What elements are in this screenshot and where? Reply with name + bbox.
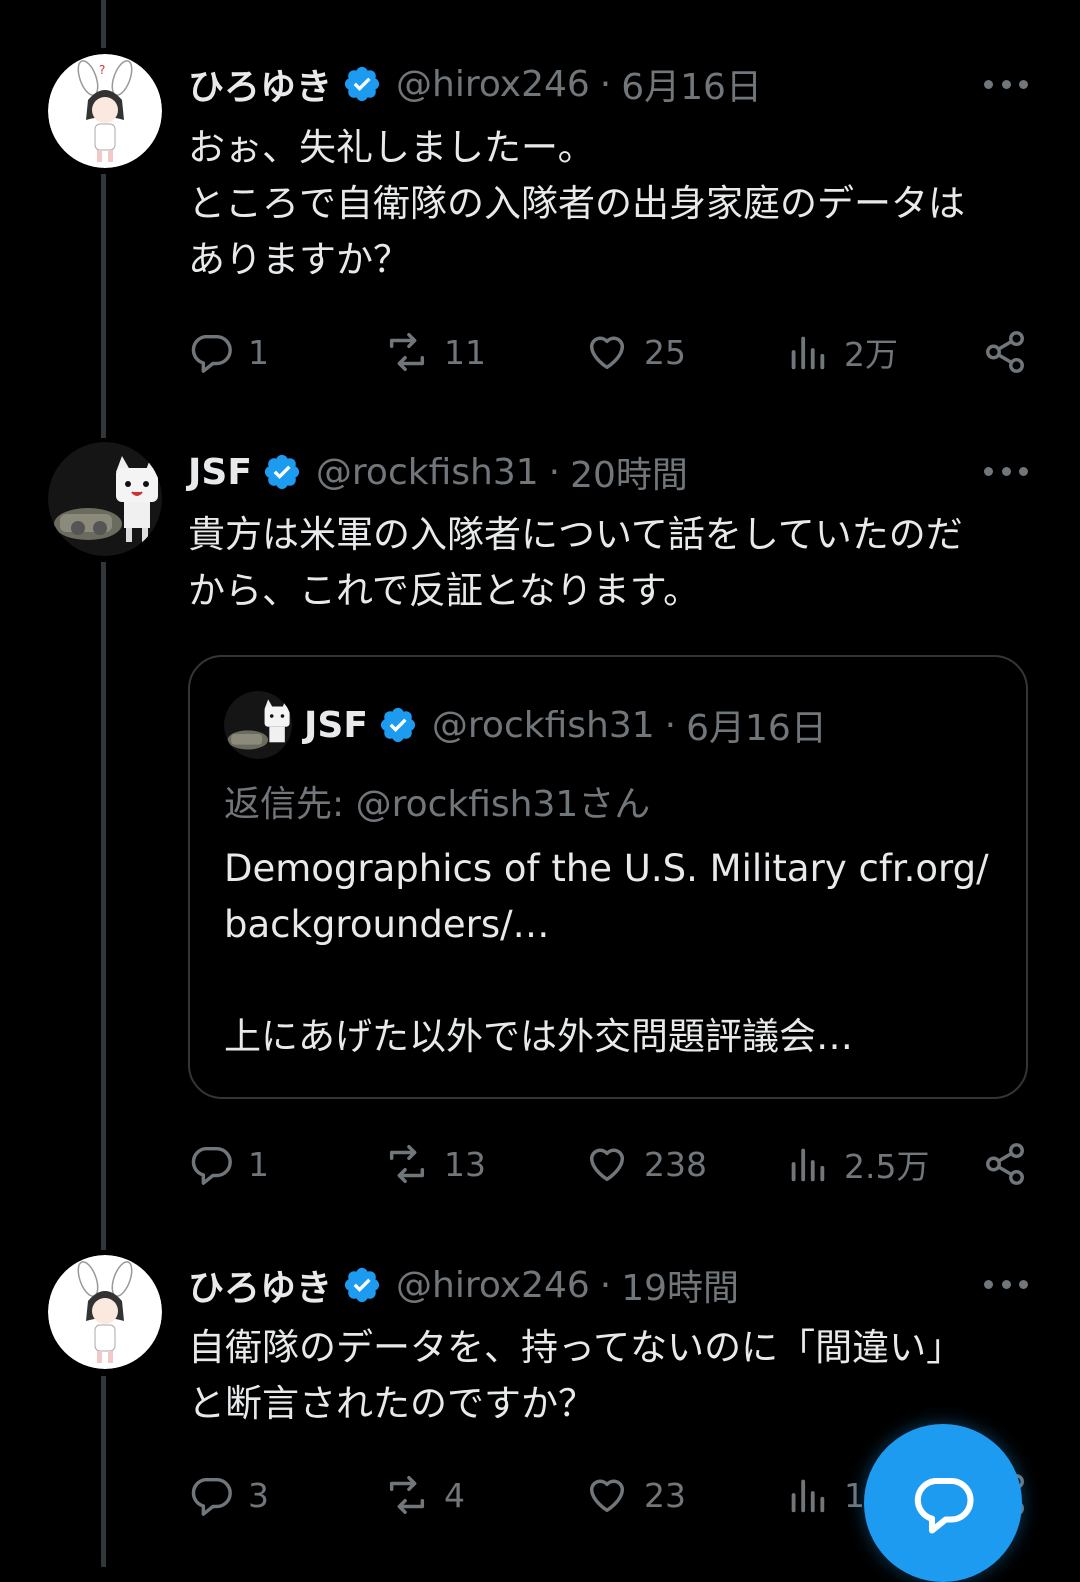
verified-badge-icon — [342, 1265, 382, 1305]
reply-count: 3 — [248, 1475, 269, 1515]
views-icon — [791, 1479, 825, 1513]
retweet-button[interactable]: 4 — [384, 1465, 465, 1525]
timestamp[interactable]: 19時間 — [621, 1259, 739, 1311]
handle[interactable]: @hirox246 — [396, 1265, 590, 1306]
tweet-text: 自衛隊のデータを、持ってないのに「間違い」 と断言されたのですか？ — [188, 1326, 964, 1425]
tweet[interactable]: ひろゆき @hirox246 · 19時間 自衛隊のデータを、持ってないのに「間… — [0, 0, 1080, 1567]
reply-icon — [191, 1477, 232, 1516]
retweet-count: 4 — [444, 1475, 465, 1515]
compose-reply-icon — [914, 1477, 974, 1534]
more-options-icon[interactable] — [984, 1278, 1028, 1290]
reply-button[interactable]: 3 — [188, 1465, 269, 1525]
like-count: 23 — [644, 1475, 686, 1515]
avatar[interactable] — [48, 1255, 162, 1369]
display-name[interactable]: ひろゆき — [188, 1259, 332, 1311]
compose-reply-button[interactable] — [864, 1424, 1022, 1582]
view-count: 1 — [844, 1475, 865, 1515]
views-button[interactable]: 1 — [784, 1465, 865, 1525]
separator: · — [599, 1264, 612, 1306]
heart-icon — [589, 1479, 625, 1513]
retweet-icon — [389, 1476, 425, 1514]
like-button[interactable]: 23 — [584, 1465, 686, 1525]
